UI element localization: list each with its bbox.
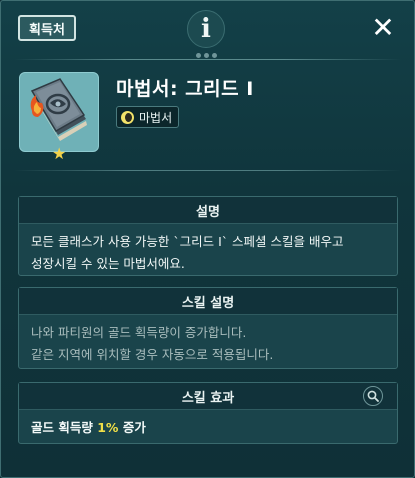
- item-icon-slot: [19, 72, 99, 152]
- item-divider: [14, 170, 401, 171]
- item-name: 마법서: 그리드 I: [116, 78, 254, 100]
- close-button[interactable]: ✕: [369, 14, 397, 42]
- skill-description-title: 스킬 설명: [181, 295, 235, 311]
- spellbook-icon: [30, 78, 87, 141]
- page-dot: [203, 53, 209, 58]
- skill-effect-section: 스킬 효과 골드 획득량 1% 증가: [18, 382, 398, 444]
- info-icon: i: [201, 14, 211, 44]
- skill-effect-title: 스킬 효과: [181, 390, 235, 406]
- page-dot: [195, 53, 201, 58]
- acquisition-source-label: 획득처: [29, 22, 65, 38]
- description-line: 성장시킬 수 있는 마법서에요.: [31, 256, 185, 271]
- description-section: 설명 모든 클래스가 사용 가능한 `그리드 I` 스페셜 스킬을 배우고 성장…: [18, 196, 398, 276]
- close-icon: ✕: [371, 11, 395, 44]
- item-type-badge: 마법서: [116, 106, 180, 128]
- skill-description-body: 나와 파티원의 골드 획득량이 증가합니다. 같은 지역에 위치할 경우 자동으…: [19, 315, 397, 366]
- description-line: 모든 클래스가 사용 가능한 `그리드 I` 스페셜 스킬을 배우고: [31, 234, 344, 249]
- acquisition-source-button[interactable]: 획득처: [18, 15, 76, 41]
- header-divider: [14, 59, 401, 60]
- description-body: 모든 클래스가 사용 가능한 `그리드 I` 스페셜 스킬을 배우고 성장시킬 …: [19, 224, 397, 275]
- skill-description-line: 나와 파티원의 골드 획득량이 증가합니다.: [31, 325, 247, 340]
- skill-effect-body: 골드 획득량 1% 증가: [19, 410, 397, 439]
- skill-description-section: 스킬 설명 나와 파티원의 골드 획득량이 증가합니다. 같은 지역에 위치할 …: [18, 287, 398, 369]
- page-dot: [211, 53, 217, 58]
- skill-effect-header: 스킬 효과: [19, 383, 397, 410]
- description-header: 설명: [19, 197, 397, 224]
- description-title: 설명: [196, 204, 220, 220]
- skill-effect-line: 골드 획득량 1% 증가: [31, 417, 385, 439]
- magnifier-icon[interactable]: [363, 386, 383, 406]
- skill-description-header: 스킬 설명: [19, 288, 397, 315]
- skill-effect-value: 1%: [97, 420, 119, 435]
- star-icon: ★: [52, 144, 67, 163]
- skill-description-line: 같은 지역에 위치할 경우 자동으로 적용됩니다.: [31, 347, 274, 362]
- skill-effect-suffix: 증가: [122, 420, 146, 435]
- info-button[interactable]: i: [187, 10, 225, 48]
- moon-icon: [121, 110, 134, 124]
- magnifier-glyph: [367, 390, 379, 402]
- item-type-label: 마법서: [139, 110, 173, 125]
- skill-effect-label: 골드 획득량: [31, 420, 93, 435]
